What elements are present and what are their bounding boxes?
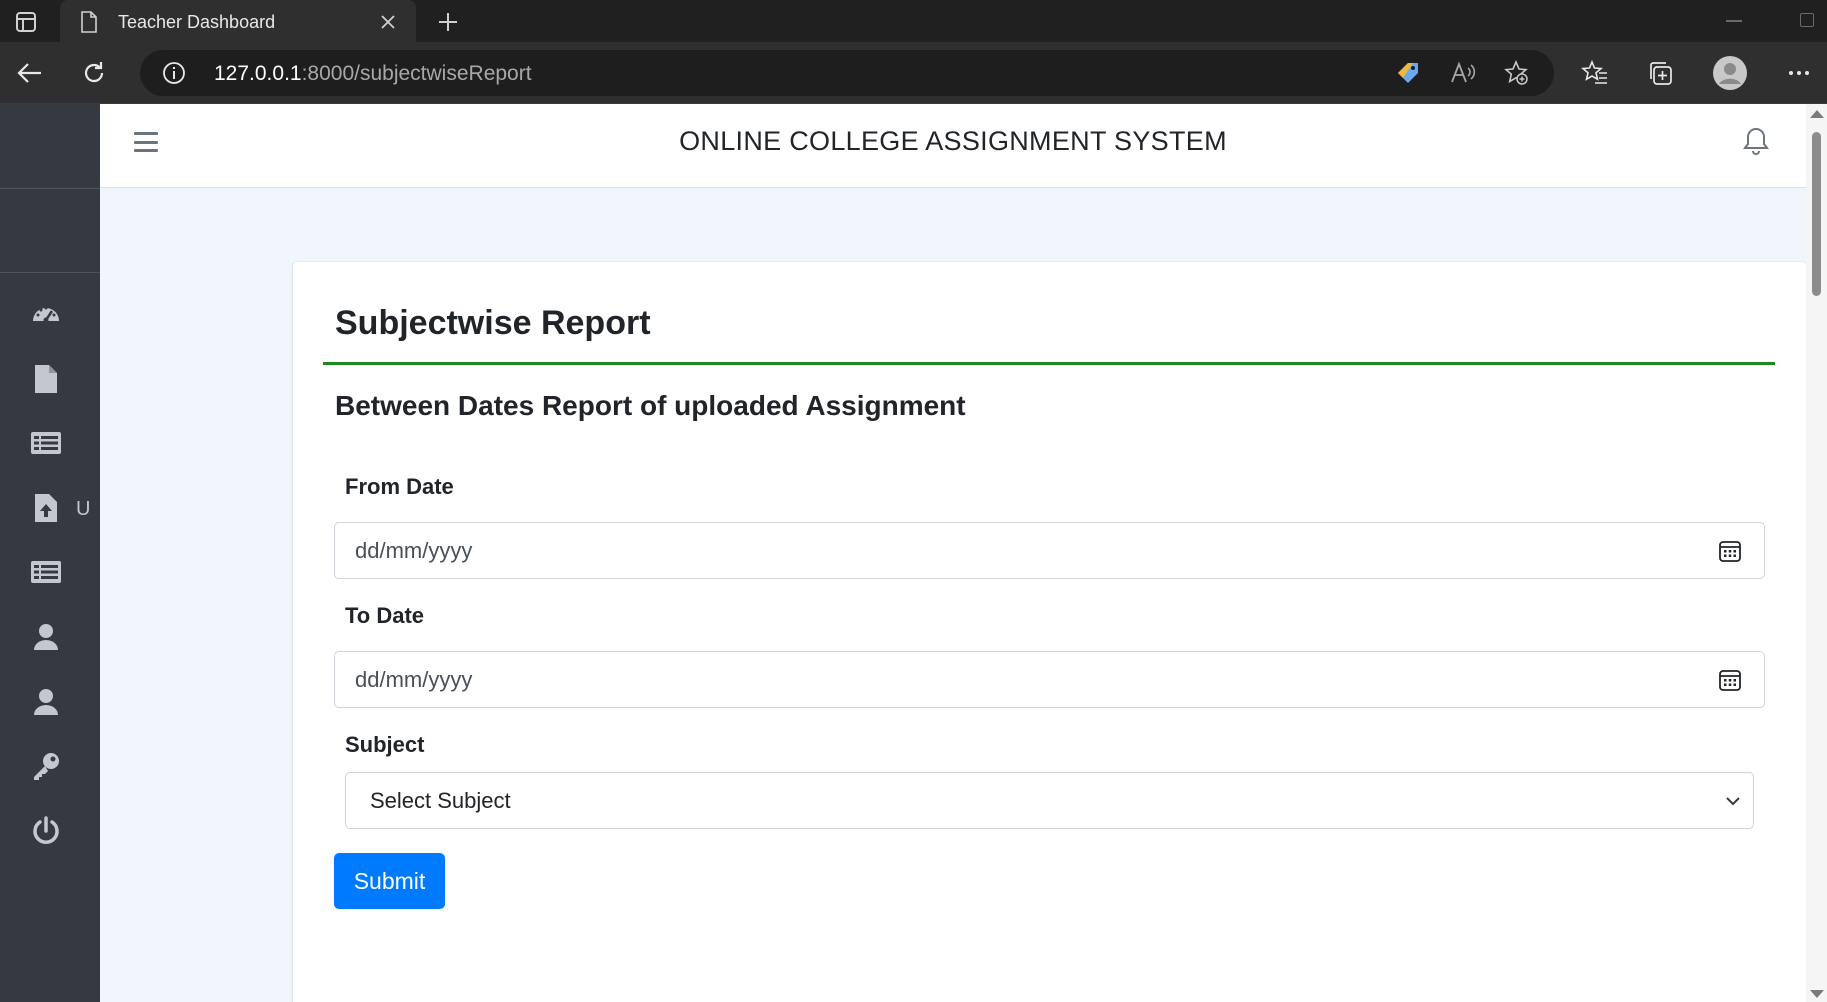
read-aloud-icon[interactable] — [1448, 59, 1476, 87]
profile-avatar-icon[interactable] — [1710, 53, 1750, 93]
collections-icon[interactable] — [1640, 53, 1680, 93]
scroll-up-icon[interactable] — [1810, 110, 1824, 118]
user-icon[interactable] — [30, 621, 62, 653]
tab-actions-icon[interactable] — [12, 8, 40, 36]
report-card: Subjectwise Report Between Dates Report … — [293, 262, 1806, 1002]
power-icon[interactable] — [30, 815, 62, 847]
page-title: Subjectwise Report — [335, 304, 651, 342]
shopping-tag-icon[interactable] — [1394, 59, 1422, 87]
app-title: ONLINE COLLEGE ASSIGNMENT SYSTEM — [679, 126, 1227, 156]
submit-button[interactable]: Submit — [334, 853, 445, 909]
sidebar: U — [0, 104, 100, 1002]
user-icon[interactable] — [30, 686, 62, 718]
to-date-placeholder: dd/mm/yyyy — [355, 667, 473, 692]
sidebar-divider — [0, 272, 100, 273]
minimize-icon[interactable] — [1726, 20, 1742, 22]
to-date-input[interactable]: dd/mm/yyyy — [334, 651, 1765, 708]
favorites-icon[interactable] — [1575, 53, 1615, 93]
page-icon — [81, 11, 97, 33]
close-icon[interactable] — [376, 10, 400, 34]
new-tab-icon[interactable] — [432, 6, 464, 38]
page-scrollbar[interactable] — [1806, 104, 1827, 1002]
report-subtitle: Between Dates Report of uploaded Assignm… — [335, 390, 966, 421]
calendar-icon[interactable] — [1718, 668, 1742, 692]
from-date-input[interactable]: dd/mm/yyyy — [334, 522, 1765, 579]
key-icon[interactable] — [30, 750, 62, 782]
site-info-icon[interactable] — [162, 61, 186, 85]
subject-select[interactable]: Select Subject — [345, 772, 1754, 829]
list-icon[interactable] — [30, 556, 62, 588]
browser-toolbar: 127.0.0.1:8000/subjectwiseReport — [0, 42, 1827, 104]
sidebar-item-label[interactable]: U — [76, 498, 90, 521]
tab-title: Teacher Dashboard — [118, 11, 276, 32]
browser-tab-bar: Teacher Dashboard — [0, 0, 1827, 44]
bell-icon[interactable] — [1742, 126, 1770, 156]
more-options-icon[interactable] — [1779, 53, 1819, 93]
title-divider — [323, 362, 1775, 365]
add-favorite-icon[interactable] — [1502, 59, 1530, 87]
top-navbar: ONLINE COLLEGE ASSIGNMENT SYSTEM — [100, 104, 1806, 188]
chevron-down-icon — [1726, 797, 1740, 806]
list-icon[interactable] — [30, 427, 62, 459]
calendar-icon[interactable] — [1718, 539, 1742, 563]
reload-icon[interactable] — [74, 53, 114, 93]
to-date-label: To Date — [345, 603, 425, 628]
file-icon[interactable] — [30, 363, 62, 395]
back-icon[interactable] — [10, 53, 50, 93]
file-upload-icon[interactable] — [30, 492, 62, 524]
scrollbar-thumb[interactable] — [1812, 132, 1821, 296]
tachometer-icon[interactable] — [30, 298, 62, 330]
url-text[interactable]: 127.0.0.1:8000/subjectwiseReport — [214, 62, 532, 86]
restore-icon[interactable] — [1800, 13, 1814, 27]
from-date-placeholder: dd/mm/yyyy — [355, 538, 473, 563]
subject-select-value: Select Subject — [370, 788, 511, 813]
scroll-down-icon[interactable] — [1810, 990, 1824, 998]
sidebar-divider — [0, 188, 100, 189]
browser-tab[interactable]: Teacher Dashboard — [60, 0, 416, 44]
subject-label: Subject — [345, 732, 425, 757]
page-viewport: U ONLINE COLLEGE ASSIGNMENT SYSTEM Subje… — [0, 104, 1827, 1002]
address-bar[interactable]: 127.0.0.1:8000/subjectwiseReport — [140, 50, 1554, 96]
from-date-label: From Date — [345, 474, 454, 499]
